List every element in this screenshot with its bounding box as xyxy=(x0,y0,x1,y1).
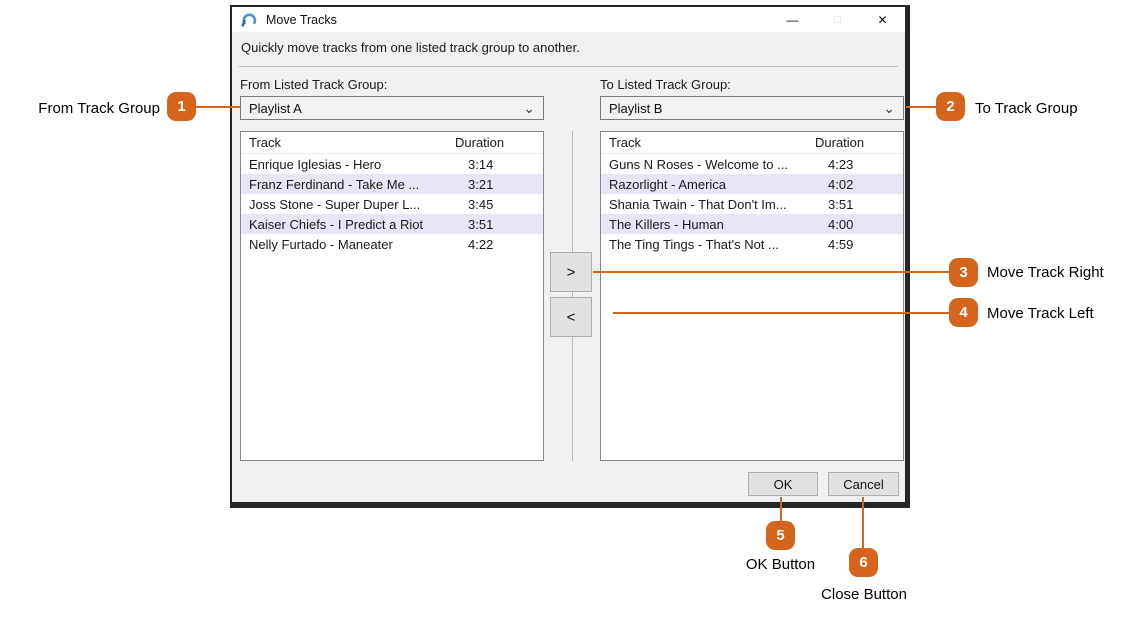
duration-cell: 3:14 xyxy=(455,157,543,172)
table-row[interactable]: Shania Twain - That Don't Im... 3:51 xyxy=(601,194,903,214)
annotation-label-4: Move Track Left xyxy=(987,305,1094,322)
minimize-icon[interactable]: — xyxy=(770,7,815,32)
annotation-badge-1: 1 xyxy=(167,92,196,121)
table-row[interactable]: The Ting Tings - That's Not ... 4:59 xyxy=(601,234,903,254)
from-group-dropdown[interactable]: Playlist A ⌄ xyxy=(240,96,544,120)
annotation-label-1: From Track Group xyxy=(10,100,160,117)
annotation-line-5 xyxy=(780,497,782,522)
track-cell: Enrique Iglesias - Hero xyxy=(241,157,455,172)
track-cell: Joss Stone - Super Duper L... xyxy=(241,197,455,212)
duration-cell: 4:02 xyxy=(815,177,903,192)
annotation-badge-2: 2 xyxy=(936,92,965,121)
close-icon[interactable]: ✕ xyxy=(860,7,905,32)
to-group-label: To Listed Track Group: xyxy=(600,77,731,92)
annotation-badge-6: 6 xyxy=(849,548,878,577)
table-row[interactable]: Guns N Roses - Welcome to ... 4:23 xyxy=(601,154,903,174)
duration-cell: 3:51 xyxy=(815,197,903,212)
panel-divider xyxy=(572,131,573,461)
annotation-label-2: To Track Group xyxy=(975,100,1078,117)
track-cell: The Killers - Human xyxy=(601,217,815,232)
duration-cell: 3:51 xyxy=(455,217,543,232)
table-row[interactable]: The Killers - Human 4:00 xyxy=(601,214,903,234)
move-track-left-button[interactable]: < xyxy=(550,297,592,337)
table-row[interactable]: Kaiser Chiefs - I Predict a Riot 3:51 xyxy=(241,214,543,234)
track-cell: Shania Twain - That Don't Im... xyxy=(601,197,815,212)
track-cell: Nelly Furtado - Maneater xyxy=(241,237,455,252)
to-track-list[interactable]: Track Duration Guns N Roses - Welcome to… xyxy=(600,131,904,461)
chevron-down-icon: ⌄ xyxy=(523,103,535,113)
annotation-line-6 xyxy=(862,497,864,549)
divider xyxy=(239,66,898,67)
title-bar: Move Tracks — □ ✕ xyxy=(232,7,905,32)
track-cell: The Ting Tings - That's Not ... xyxy=(601,237,815,252)
table-row[interactable]: Razorlight - America 4:02 xyxy=(601,174,903,194)
from-group-label: From Listed Track Group: xyxy=(240,77,387,92)
annotation-badge-4: 4 xyxy=(949,298,978,327)
annotated-screenshot: Move Tracks — □ ✕ Quickly move tracks fr… xyxy=(0,0,1143,623)
duration-cell: 3:45 xyxy=(455,197,543,212)
from-track-list[interactable]: Track Duration Enrique Iglesias - Hero 3… xyxy=(240,131,544,461)
ok-button[interactable]: OK xyxy=(748,472,818,496)
annotation-badge-3: 3 xyxy=(949,258,978,287)
table-row[interactable]: Franz Ferdinand - Take Me ... 3:21 xyxy=(241,174,543,194)
window-title: Move Tracks xyxy=(266,13,337,27)
table-row[interactable]: Enrique Iglesias - Hero 3:14 xyxy=(241,154,543,174)
annotation-line-1 xyxy=(196,106,240,108)
window-controls: — □ ✕ xyxy=(770,7,905,32)
annotation-line-2 xyxy=(906,106,937,108)
from-list-header: Track Duration xyxy=(241,132,543,154)
annotation-label-6: Close Button xyxy=(808,586,920,603)
headphones-icon xyxy=(241,11,258,28)
track-cell: Franz Ferdinand - Take Me ... xyxy=(241,177,455,192)
duration-column-header[interactable]: Duration xyxy=(815,135,903,150)
duration-column-header[interactable]: Duration xyxy=(455,135,543,150)
move-tracks-dialog: Move Tracks — □ ✕ Quickly move tracks fr… xyxy=(230,5,910,508)
duration-cell: 4:23 xyxy=(815,157,903,172)
annotation-line-4 xyxy=(613,312,950,314)
track-cell: Razorlight - America xyxy=(601,177,815,192)
from-group-selected: Playlist A xyxy=(249,101,302,116)
annotation-label-3: Move Track Right xyxy=(987,264,1104,281)
annotation-label-5: OK Button xyxy=(730,556,831,573)
track-column-header[interactable]: Track xyxy=(241,135,455,150)
duration-cell: 4:00 xyxy=(815,217,903,232)
dialog-description: Quickly move tracks from one listed trac… xyxy=(241,40,580,55)
duration-cell: 3:21 xyxy=(455,177,543,192)
annotation-line-3 xyxy=(593,271,950,273)
from-list-rows: Enrique Iglesias - Hero 3:14 Franz Ferdi… xyxy=(241,154,543,254)
duration-cell: 4:59 xyxy=(815,237,903,252)
maximize-icon: □ xyxy=(815,7,860,32)
move-track-right-button[interactable]: > xyxy=(550,252,592,292)
duration-cell: 4:22 xyxy=(455,237,543,252)
table-row[interactable]: Joss Stone - Super Duper L... 3:45 xyxy=(241,194,543,214)
chevron-down-icon: ⌄ xyxy=(883,103,895,113)
track-cell: Kaiser Chiefs - I Predict a Riot xyxy=(241,217,455,232)
to-list-header: Track Duration xyxy=(601,132,903,154)
track-column-header[interactable]: Track xyxy=(601,135,815,150)
cancel-button[interactable]: Cancel xyxy=(828,472,899,496)
to-group-selected: Playlist B xyxy=(609,101,662,116)
to-list-rows: Guns N Roses - Welcome to ... 4:23 Razor… xyxy=(601,154,903,254)
table-row[interactable]: Nelly Furtado - Maneater 4:22 xyxy=(241,234,543,254)
to-group-dropdown[interactable]: Playlist B ⌄ xyxy=(600,96,904,120)
track-cell: Guns N Roses - Welcome to ... xyxy=(601,157,815,172)
annotation-badge-5: 5 xyxy=(766,521,795,550)
